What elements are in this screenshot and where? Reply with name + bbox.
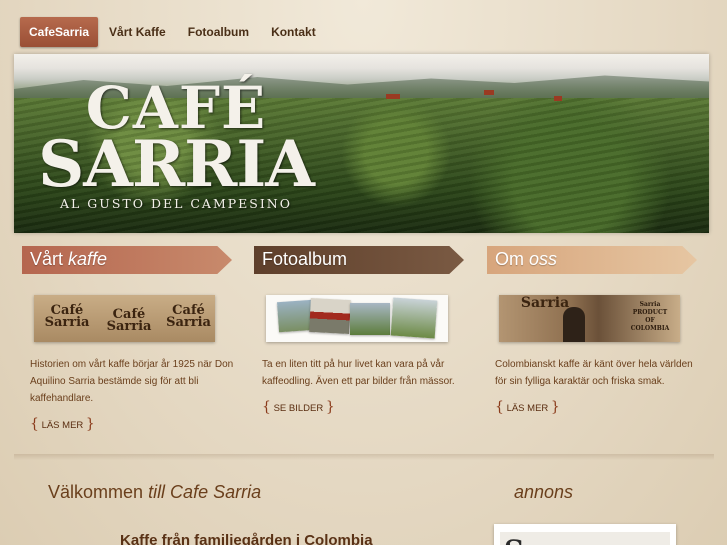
ad-image: S [500, 532, 670, 545]
hero-banner: CAFÉ SARRIA AL GUSTO DEL CAMPESINO [14, 54, 709, 233]
column-title: Om oss [495, 249, 558, 269]
collage-photo [390, 297, 438, 339]
farmer-with-bags-image: Sarria Sarria PRODUCT OF COLOMBIA [499, 295, 680, 342]
photo-collage-image [266, 295, 448, 342]
banner-house [386, 94, 400, 99]
ad-logo-letter: S [504, 534, 524, 545]
ad-banner[interactable]: S [494, 524, 676, 545]
logo-line-sarria: SARRIA [38, 127, 315, 202]
cafe-sarria-logo: CAFÉ SARRIA AL GUSTO DEL CAMPESINO [36, 79, 316, 211]
column-description: Historien om vårt kaffe börjar år 1925 n… [30, 359, 234, 404]
nav-item-cafesarria[interactable]: CafeSarria [20, 17, 99, 47]
section-subtitle: Kaffe från familjegården i Colombia [120, 532, 373, 545]
section-divider [14, 454, 714, 460]
banner-house [554, 96, 562, 101]
column-description: Ta en liten titt på hur livet kan vara p… [262, 359, 455, 387]
column-vart-kaffe: Vårt kaffe Café Sarria Café Sarria Café Sar… [22, 240, 234, 432]
column-fotoalbum: Fotoalbum Ta en liten titt på hur livet … [254, 240, 466, 415]
logo-tagline: AL GUSTO DEL CAMPESINO [60, 196, 292, 211]
coffee-bags-image: Café Sarria Café Sarria Café Sarria [34, 295, 215, 342]
nav-item-fotoalbum[interactable]: Fotoalbum [177, 17, 260, 47]
welcome-heading: Välkommen till Cafe Sarria [48, 482, 262, 502]
collage-photo [350, 303, 390, 335]
read-more-link[interactable]: { LÄS MER } [30, 416, 95, 432]
banner-house [484, 90, 494, 95]
nav-item-kontakt[interactable]: Kontakt [260, 17, 327, 47]
top-nav: CafeSarria Vårt Kaffe Fotoalbum Kontakt [20, 16, 327, 48]
column-header: Fotoalbum [254, 240, 466, 278]
read-more-link[interactable]: { LÄS MER } [495, 399, 560, 415]
ad-heading: annons [514, 482, 574, 502]
collage-photo [309, 297, 351, 335]
column-description: Colombianskt kaffe är känt över hela vär… [495, 359, 693, 387]
nav-item-vart-kaffe[interactable]: Vårt Kaffe [98, 17, 177, 47]
column-title: Fotoalbum [262, 249, 348, 269]
see-photos-link[interactable]: { SE BILDER } [262, 399, 335, 415]
person-silhouette [563, 307, 585, 342]
column-header: Vårt kaffe [22, 240, 234, 278]
column-header: Om oss [487, 240, 699, 278]
column-title: Vårt kaffe [30, 249, 108, 269]
column-om-oss: Om oss Sarria Sarria PRODUCT OF COLOMBIA… [487, 240, 699, 415]
